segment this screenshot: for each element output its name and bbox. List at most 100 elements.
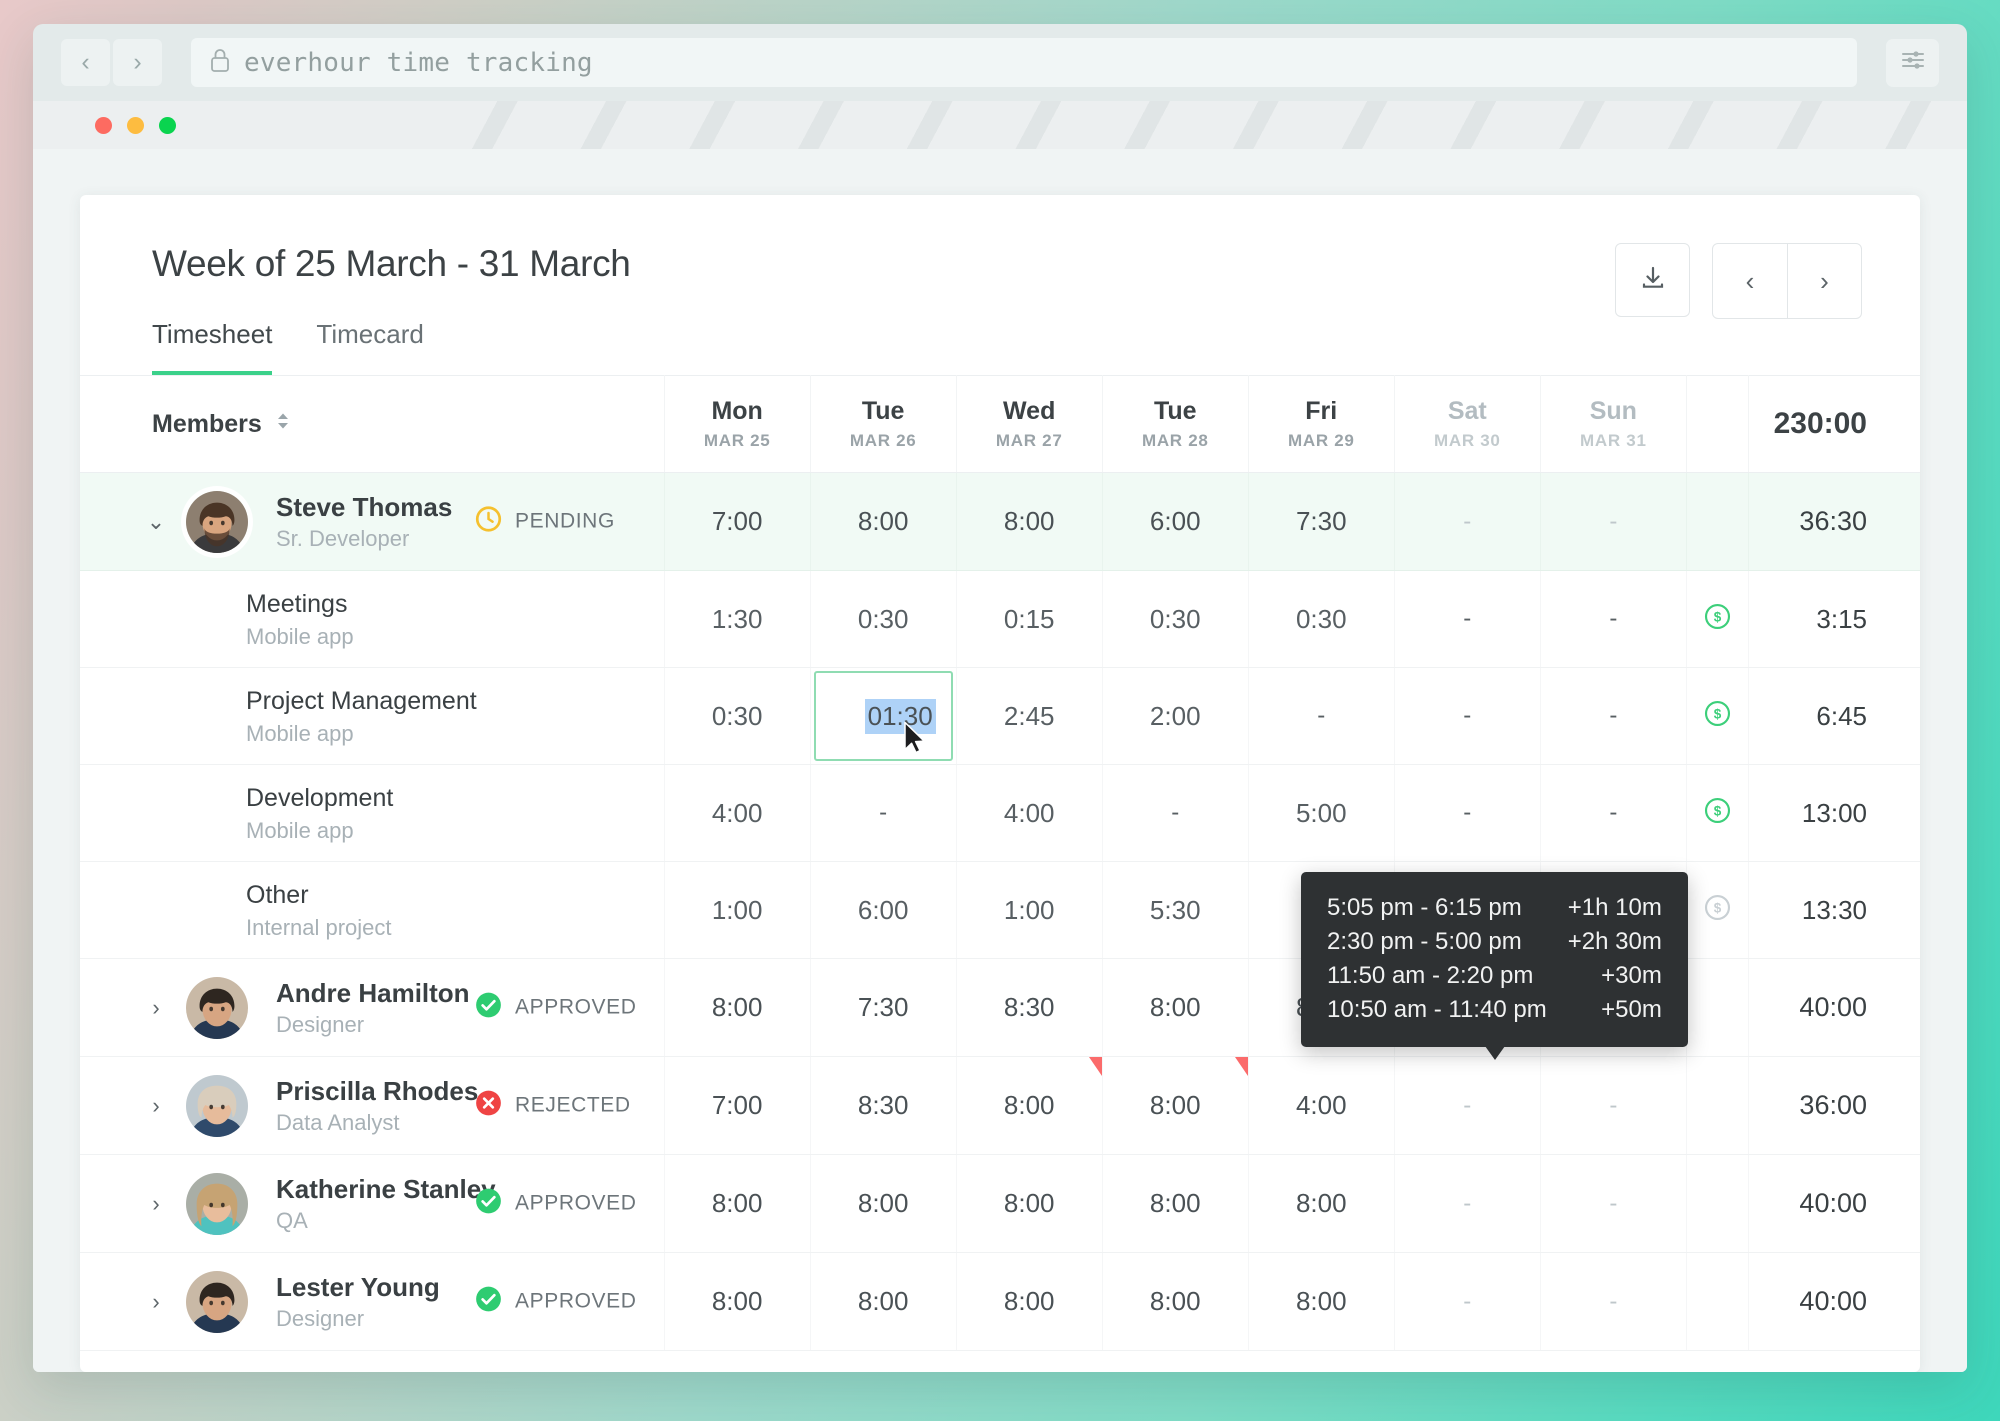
time-input[interactable]: 01:30	[813, 671, 953, 761]
member-row[interactable]: ⌄ Steve Thomas Sr. Developer PENDING 7:0…	[80, 472, 1920, 571]
tab-timecard[interactable]: Timecard	[316, 319, 423, 375]
time-cell[interactable]: -	[1102, 764, 1249, 862]
url-bar[interactable]: everhour time tracking	[191, 38, 1857, 87]
day-cell[interactable]: -	[1540, 1252, 1687, 1351]
time-cell[interactable]: 0:15	[956, 570, 1103, 668]
tab-timesheet[interactable]: Timesheet	[152, 319, 273, 375]
member-row[interactable]: › Lester Young Designer APPROVED 8:00 8:0…	[80, 1252, 1920, 1351]
day-cell[interactable]: 8:00	[664, 1154, 811, 1253]
day-name: Tue	[1153, 397, 1197, 426]
time-cell[interactable]: 0:30	[1102, 570, 1249, 668]
time-cell[interactable]: 1:00	[956, 861, 1103, 959]
day-cell[interactable]: 8:00	[956, 472, 1103, 571]
browser-settings-button[interactable]	[1886, 38, 1939, 87]
window-maximize-button[interactable]	[159, 116, 176, 134]
day-cell[interactable]: 8:00	[810, 1154, 957, 1253]
window-minimize-button[interactable]	[127, 116, 144, 134]
day-cell[interactable]: 4:00	[1248, 1056, 1395, 1155]
time-cell[interactable]: 2:00	[1102, 667, 1249, 765]
day-cell[interactable]: 8:00	[1102, 1056, 1249, 1155]
day-cell[interactable]: -	[1394, 1154, 1541, 1253]
time-cell[interactable]: -	[1394, 764, 1541, 862]
day-cell[interactable]: 7:00	[664, 472, 811, 571]
day-cell[interactable]: -	[1540, 1056, 1687, 1155]
chevron-right-icon[interactable]: ›	[136, 1289, 176, 1315]
time-cell[interactable]: 4:00	[664, 764, 811, 862]
day-cell[interactable]: 6:00	[1102, 472, 1249, 571]
time-cell[interactable]: -	[1540, 570, 1687, 668]
app-titlebar	[33, 101, 1967, 149]
avatar	[186, 490, 248, 553]
chevron-down-icon[interactable]: ⌄	[136, 509, 176, 535]
time-cell[interactable]: 4:00	[956, 764, 1103, 862]
time-cell[interactable]: 6:00	[810, 861, 957, 959]
time-cell[interactable]: -	[1248, 667, 1395, 765]
time-cell[interactable]: 1:30	[664, 570, 811, 668]
day-cell[interactable]: 7:30	[810, 958, 957, 1057]
day-cell[interactable]: 8:00	[1102, 958, 1249, 1057]
time-cell[interactable]: -	[1394, 570, 1541, 668]
member-row[interactable]: › Katherine Stanley QA APPROVED 8:00 8:00…	[80, 1154, 1920, 1253]
day-cell[interactable]: 8:30	[956, 958, 1103, 1057]
day-cell[interactable]: 8:00	[956, 1056, 1103, 1155]
time-cell[interactable]: -	[1540, 667, 1687, 765]
day-cell[interactable]: 8:00	[810, 472, 957, 571]
day-cell[interactable]: 8:00	[956, 1154, 1103, 1253]
day-cell[interactable]: 8:00	[956, 1252, 1103, 1351]
time-cell[interactable]: -	[1540, 764, 1687, 862]
time-cell[interactable]: 5:30	[1102, 861, 1249, 959]
chevron-right-icon[interactable]: ›	[136, 1093, 176, 1119]
time-cell[interactable]: 01:30	[810, 667, 957, 765]
chevron-right-icon[interactable]: ›	[136, 1191, 176, 1217]
entry-cell: Development Mobile app	[80, 764, 665, 862]
prev-week-button[interactable]: ‹	[1713, 244, 1787, 318]
time-cell[interactable]: 0:30	[1248, 570, 1395, 668]
time-cell[interactable]: 0:30	[810, 570, 957, 668]
day-cell[interactable]: 8:30	[810, 1056, 957, 1155]
billable-toggle[interactable]: $	[1686, 764, 1750, 862]
tooltip-range: 2:30 pm - 5:00 pm	[1327, 928, 1522, 956]
billable-toggle[interactable]: $	[1686, 570, 1750, 668]
day-cell[interactable]: 8:00	[1102, 1154, 1249, 1253]
sort-updown-icon[interactable]	[275, 410, 291, 439]
day-cell[interactable]: 8:00	[1102, 1252, 1249, 1351]
day-cell[interactable]: 7:30	[1248, 472, 1395, 571]
status-badge: APPROVED	[475, 1187, 637, 1220]
billable-toggle[interactable]: $	[1686, 861, 1750, 959]
time-cell[interactable]: 0:30	[664, 667, 811, 765]
day-cell[interactable]: -	[1394, 472, 1541, 571]
day-cell[interactable]: 8:00	[664, 1252, 811, 1351]
row-total: 36:00	[1748, 1056, 1920, 1155]
window-close-button[interactable]	[95, 116, 112, 134]
member-row[interactable]: › Priscilla Rhodes Data Analyst REJECTED…	[80, 1056, 1920, 1155]
billable-cell	[1686, 958, 1750, 1057]
next-week-button[interactable]: ›	[1787, 244, 1861, 318]
members-column-header[interactable]: Members	[80, 375, 665, 473]
day-cell[interactable]: 8:00	[1248, 1252, 1395, 1351]
comment-flag-icon	[1088, 1057, 1102, 1076]
day-cell[interactable]: -	[1394, 1056, 1541, 1155]
day-column-header: Mon MAR 25	[664, 375, 811, 473]
day-cell[interactable]: 8:00	[810, 1252, 957, 1351]
time-cell[interactable]: 1:00	[664, 861, 811, 959]
day-cell[interactable]: -	[1540, 472, 1687, 571]
time-cell[interactable]: -	[1394, 667, 1541, 765]
time-cell[interactable]: 5:00	[1248, 764, 1395, 862]
time-cell[interactable]: -	[810, 764, 957, 862]
browser-back-button[interactable]: ‹	[61, 39, 110, 86]
rejected-status-icon	[475, 1089, 502, 1122]
browser-forward-button[interactable]: ›	[113, 39, 162, 86]
billable-cell	[1686, 1154, 1750, 1253]
day-cell[interactable]: 8:00	[664, 958, 811, 1057]
billable-toggle[interactable]: $	[1686, 667, 1750, 765]
day-date: MAR 25	[703, 430, 771, 450]
day-cell[interactable]: 7:00	[664, 1056, 811, 1155]
day-cell[interactable]: 8:00	[1248, 1154, 1395, 1253]
download-button[interactable]	[1615, 243, 1690, 317]
chevron-right-icon[interactable]: ›	[136, 995, 176, 1021]
day-cell[interactable]: -	[1394, 1252, 1541, 1351]
day-cell[interactable]: -	[1540, 1154, 1687, 1253]
table-head: Members Mon MAR 25 Tue MAR 26 Wed MAR 27…	[80, 375, 1920, 473]
tooltip-range: 5:05 pm - 6:15 pm	[1327, 894, 1522, 921]
time-cell[interactable]: 2:45	[956, 667, 1103, 765]
